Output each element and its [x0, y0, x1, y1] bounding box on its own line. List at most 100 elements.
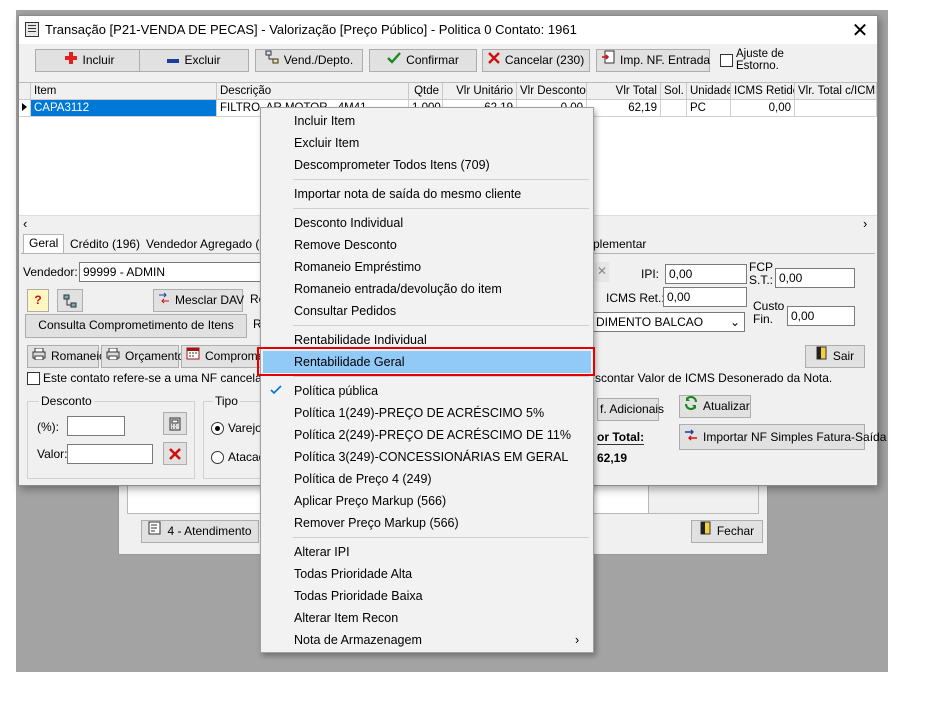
comprometimento-button[interactable]: Comprome: [181, 345, 261, 368]
desconto-pct-field[interactable]: [67, 416, 125, 436]
menu-item-consultar-pedidos[interactable]: Consultar Pedidos: [263, 300, 591, 322]
calendar-icon: [186, 346, 200, 367]
tab-credito[interactable]: Crédito (196): [65, 236, 145, 254]
mesclar-dav-label: Mesclar DAV: [175, 293, 245, 307]
menu-item-romaneio-entrada[interactable]: Romaneio entrada/devolução do item: [263, 278, 591, 300]
atendimento-select-value: DIMENTO BALCAO: [596, 315, 704, 329]
menu-item-descomprometer[interactable]: Descomprometer Todos Itens (709): [263, 154, 591, 176]
tab-geral[interactable]: Geral: [23, 234, 65, 254]
valor-label: Valor:: [37, 447, 68, 461]
menu-item-alterar-ipi[interactable]: Alterar IPI: [263, 541, 591, 563]
menu-item-excluir-item[interactable]: Excluir Item: [263, 132, 591, 154]
varejo-radio[interactable]: [211, 422, 224, 435]
atualizar-button[interactable]: Atualizar: [679, 395, 751, 418]
ajuste-estorno-checkbox[interactable]: [720, 54, 733, 67]
tree-button[interactable]: [57, 289, 83, 312]
menu-separator: [293, 208, 589, 209]
cancelar-button[interactable]: Cancelar (230): [482, 49, 590, 72]
menu-item-remover-markup[interactable]: Remover Preço Markup (566): [263, 512, 591, 534]
menu-item-alterar-item-recon[interactable]: Alterar Item Recon: [263, 607, 591, 629]
help-button[interactable]: ?: [27, 289, 49, 312]
sair-button[interactable]: Sair: [805, 345, 865, 368]
row-pointer-icon: [19, 100, 31, 117]
icms-ret-field[interactable]: 0,00: [663, 287, 747, 307]
menu-item-nota-armazenagem[interactable]: Nota de Armazenagem ›: [263, 629, 591, 651]
table-cell-icms-retido[interactable]: 0,00: [731, 100, 795, 117]
plus-icon: [65, 50, 78, 71]
incluir-button[interactable]: Incluir: [35, 49, 145, 72]
romaneio-button[interactable]: Romaneio: [27, 345, 106, 368]
clear-icon[interactable]: ✕: [595, 262, 609, 282]
menu-item-politica-2[interactable]: Política 2(249)-PREÇO DE ACRÉSCIMO DE 11…: [263, 424, 591, 446]
imp-nf-entrada-label: Imp. NF. Entrada: [620, 53, 711, 67]
menu-item-politica-publica[interactable]: Política pública: [263, 380, 591, 402]
context-menu: Incluir Item Excluir Item Descomprometer…: [260, 107, 594, 653]
tab-complementar[interactable]: plementar: [587, 236, 651, 254]
imp-nf-entrada-button[interactable]: Imp. NF. Entrada: [596, 49, 710, 72]
annotation-highlight-box: [257, 347, 595, 376]
menu-item-politica-3[interactable]: Política 3(249)-CONCESSIONÁRIAS EM GERAL: [263, 446, 591, 468]
vendedor-field[interactable]: 99999 - ADMIN: [79, 262, 269, 282]
importar-nf-simples-button[interactable]: Importar NF Simples Fatura-Saída: [679, 424, 886, 450]
grid-header-sol[interactable]: Sol.: [661, 83, 687, 100]
table-cell-vlr-total-icms[interactable]: [795, 100, 877, 117]
orcamento-button[interactable]: Orçamento: [101, 345, 184, 368]
table-cell-sol[interactable]: [661, 100, 687, 117]
fcp-st-field[interactable]: 0,00: [775, 268, 855, 288]
menu-item-politica-1[interactable]: Política 1(249)-PREÇO DE ACRÉSCIMO 5%: [263, 402, 591, 424]
fechar-label: Fechar: [716, 524, 755, 538]
calculator-button[interactable]: [163, 412, 187, 435]
custo-fin-field[interactable]: 0,00: [787, 306, 855, 326]
grid-header-qtde[interactable]: Qtde: [409, 83, 443, 100]
table-cell-unidade[interactable]: PC: [687, 100, 731, 117]
vend-depto-button[interactable]: Vend./Depto.: [255, 49, 363, 72]
grid-header-vlr-total-icms[interactable]: Vlr. Total c/ICMS: [795, 83, 877, 100]
tipo-group-title: Tipo: [213, 394, 240, 408]
tab-vendedor-agregado[interactable]: Vendedor Agregado (17: [141, 236, 278, 254]
excluir-button[interactable]: Excluir: [139, 49, 249, 72]
atendimento-button[interactable]: 4 - Atendimento: [141, 520, 259, 543]
atacado-radio[interactable]: [211, 451, 224, 464]
grid-header-vlr-unitario[interactable]: Vlr Unitário: [443, 83, 517, 100]
grid-header-vlr-total[interactable]: Vlr Total: [587, 83, 661, 100]
inf-adicionais-button[interactable]: f. Adicionais: [597, 398, 664, 421]
fechar-button[interactable]: Fechar: [691, 520, 763, 543]
door-icon: [700, 521, 712, 542]
grid-header-vlr-desconto[interactable]: Vlr Desconto: [517, 83, 587, 100]
grid-row-indicator-header: [19, 83, 31, 100]
menu-item-incluir-item[interactable]: Incluir Item: [263, 110, 591, 132]
menu-item-remove-desconto[interactable]: Remove Desconto: [263, 234, 591, 256]
valor-field[interactable]: [67, 444, 153, 464]
network-icon: [265, 50, 279, 71]
table-cell-vlr-total[interactable]: 62,19: [587, 100, 661, 117]
desonerado-label: scontar Valor de ICMS Desonerado da Nota…: [595, 371, 833, 385]
atendimento-select[interactable]: DIMENTO BALCAO ⌄: [593, 312, 745, 332]
clear-discount-button[interactable]: [163, 442, 187, 465]
menu-item-prioridade-alta[interactable]: Todas Prioridade Alta: [263, 563, 591, 585]
valor-total-value: 62,19: [597, 451, 628, 465]
grid-header-descricao[interactable]: Descrição: [217, 83, 409, 100]
scroll-right-icon[interactable]: ›: [863, 216, 867, 231]
grid-header-icms-retido[interactable]: ICMS Retido: [731, 83, 795, 100]
atendimento-label: 4 - Atendimento: [167, 524, 252, 538]
ipi-field[interactable]: 0,00: [665, 264, 747, 284]
mesclar-dav-button[interactable]: Mesclar DAV: [153, 289, 245, 312]
grid-header-unidade[interactable]: Unidade: [687, 83, 731, 100]
menu-item-desconto-individual[interactable]: Desconto Individual: [263, 212, 591, 234]
close-icon[interactable]: ✕: [847, 18, 873, 42]
checkmark-icon: [270, 380, 282, 402]
confirmar-button[interactable]: Confirmar: [369, 49, 477, 72]
menu-item-prioridade-baixa[interactable]: Todas Prioridade Baixa: [263, 585, 591, 607]
title-bar: Transação [P21-VENDA DE PECAS] - Valoriz…: [19, 16, 877, 44]
app-icon: [25, 22, 39, 37]
menu-item-importar-nota[interactable]: Importar nota de saída do mesmo cliente: [263, 183, 591, 205]
menu-item-politica-4[interactable]: Política de Preço 4 (249): [263, 468, 591, 490]
table-cell-item[interactable]: CAPA3112: [31, 100, 217, 117]
menu-item-romaneio-emprestimo[interactable]: Romaneio Empréstimo: [263, 256, 591, 278]
nf-cancelada-label: Este contato refere-se a uma NF cancelad…: [43, 371, 288, 385]
nf-cancelada-checkbox[interactable]: [27, 372, 40, 385]
scroll-left-icon[interactable]: ‹: [23, 216, 27, 231]
grid-header-item[interactable]: Item: [31, 83, 217, 100]
consulta-comprometimento-button[interactable]: Consulta Comprometimento de Itens: [25, 314, 247, 338]
menu-item-aplicar-markup[interactable]: Aplicar Preço Markup (566): [263, 490, 591, 512]
